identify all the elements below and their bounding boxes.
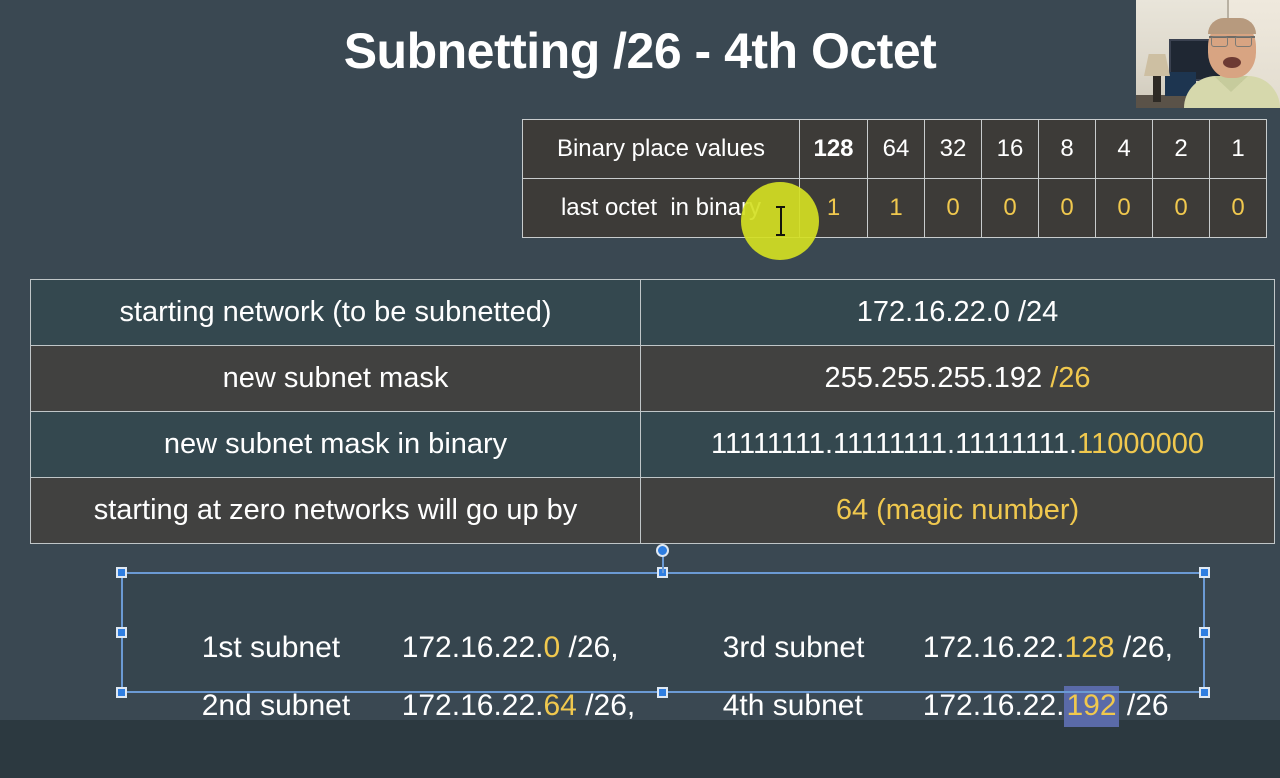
place-value-1: 1 — [1209, 119, 1267, 179]
subnet-2-label: 2nd subnet — [201, 689, 351, 722]
webcam-video-overlay[interactable] — [1136, 0, 1280, 108]
new-subnet-mask-value: 255.255.255.192 /26 — [640, 345, 1275, 412]
subnet-4-octet-selected[interactable]: 192 — [1064, 686, 1119, 727]
subnet-list-textbox[interactable]: 1st subnet 172.16.22.0 /26, 2nd subnet 172… — [121, 572, 1205, 727]
webcam-glasses-lens-left — [1211, 36, 1228, 47]
bit-16: 0 — [981, 178, 1039, 238]
place-value-4: 4 — [1095, 119, 1153, 179]
last-octet-binary-row: last octet in binary 1 1 0 0 0 0 0 0 — [522, 178, 1267, 238]
magic-number-value: 64 (magic number) — [640, 477, 1275, 544]
table-row: starting network (to be subnetted) 172.1… — [30, 279, 1275, 346]
table-row: starting at zero networks will go up by … — [30, 477, 1275, 544]
bit-1: 0 — [1209, 178, 1267, 238]
starting-network-value: 172.16.22.0 /24 — [640, 279, 1275, 346]
new-subnet-mask-prefix: /26 — [1050, 362, 1091, 394]
resize-handle-top-left[interactable] — [116, 567, 127, 578]
subnet-entry-4: 4th subnet 172.16.22.192 /26 — [656, 634, 1169, 727]
subnet-4-label: 4th subnet — [722, 689, 863, 722]
subnet-4-suffix: /26 — [1118, 689, 1169, 722]
table-row: new subnet mask in binary 11111111.11111… — [30, 411, 1275, 478]
place-value-32: 32 — [924, 119, 982, 179]
binary-place-values-row: Binary place values 128 64 32 16 8 4 2 1 — [522, 119, 1267, 179]
binary-place-values-label: Binary place values — [522, 119, 800, 179]
bit-2: 0 — [1152, 178, 1210, 238]
resize-handle-bottom-center[interactable] — [657, 687, 668, 698]
bit-8: 0 — [1038, 178, 1096, 238]
resize-handle-middle-right[interactable] — [1199, 627, 1210, 638]
subnet-mask-binary-value: 11111111.11111111.11111111.11000000 — [640, 411, 1275, 478]
subnet-2-octet: 64 — [543, 689, 577, 722]
place-value-2: 2 — [1152, 119, 1210, 179]
subnet-2-suffix: /26, — [576, 689, 636, 722]
place-value-128: 128 — [799, 119, 868, 179]
page-title: Subnetting /26 - 4th Octet — [343, 23, 937, 79]
resize-handle-bottom-right[interactable] — [1199, 687, 1210, 698]
webcam-person-mouth — [1223, 57, 1241, 68]
magic-number-label: starting at zero networks will go up by — [30, 477, 641, 544]
place-value-16: 16 — [981, 119, 1039, 179]
webcam-person-hair — [1208, 18, 1256, 34]
new-subnet-mask-label: new subnet mask — [30, 345, 641, 412]
mask-binary-last-octet: 11000000 — [1077, 428, 1204, 460]
new-subnet-mask-dotted: 255.255.255.192 — [824, 362, 1051, 394]
table-row: new subnet mask 255.255.255.192 /26 — [30, 345, 1275, 412]
bit-64: 1 — [867, 178, 925, 238]
mask-binary-first-three-octets: 11111111.11111111.11111111. — [711, 428, 1078, 460]
presentation-slide: Subnetting /26 - 4th Octet Binary place … — [0, 0, 1280, 727]
subnet-2-prefix: 172.16.22. — [401, 689, 544, 722]
place-value-8: 8 — [1038, 119, 1096, 179]
rotation-handle[interactable] — [656, 544, 669, 557]
resize-handle-top-right[interactable] — [1199, 567, 1210, 578]
subnet-entry-3: 3rd subnet 172.16.22.128 /26, — [656, 576, 1173, 664]
resize-handle-bottom-left[interactable] — [116, 687, 127, 698]
starting-network-label: starting network (to be subnetted) — [30, 279, 641, 346]
resize-handle-middle-left[interactable] — [116, 627, 127, 638]
subnet-4-prefix: 172.16.22. — [922, 689, 1065, 722]
subnet-entry-1: 1st subnet 172.16.22.0 /26, — [135, 576, 619, 664]
webcam-glasses-lens-right — [1235, 36, 1252, 47]
magic-number-text: 64 (magic number) — [835, 494, 1080, 526]
binary-place-values-table: Binary place values 128 64 32 16 8 4 2 1… — [522, 119, 1267, 238]
i-beam-text-cursor-icon — [776, 206, 785, 236]
subnet-info-table: starting network (to be subnetted) 172.1… — [30, 279, 1275, 544]
subnet-list-grid: 1st subnet 172.16.22.0 /26, 2nd subnet 172… — [121, 572, 1205, 727]
starting-network-value-text: 172.16.22.0 /24 — [856, 296, 1059, 328]
bit-4: 0 — [1095, 178, 1153, 238]
place-value-64: 64 — [867, 119, 925, 179]
subnet-mask-binary-label: new subnet mask in binary — [30, 411, 641, 478]
webcam-lamp-base — [1153, 76, 1161, 102]
bit-32: 0 — [924, 178, 982, 238]
subnet-entry-2: 2nd subnet 172.16.22.64 /26, — [135, 634, 636, 722]
